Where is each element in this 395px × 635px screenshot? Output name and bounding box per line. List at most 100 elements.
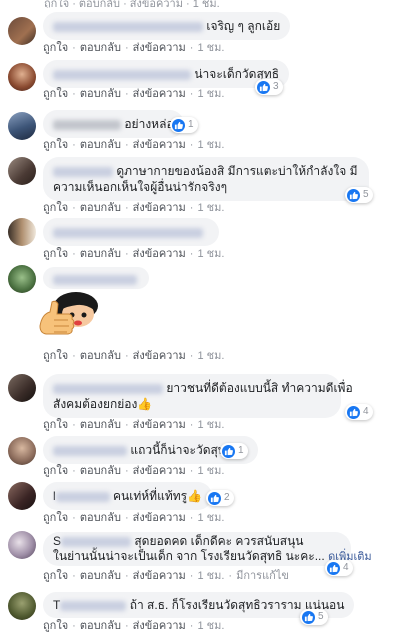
reaction-count[interactable]: 1: [220, 443, 248, 459]
comment-bubble: S สุดยอดคด เด็กดีคะ ควรสนับสนุน ในย่านนั…: [43, 532, 372, 566]
timestamp[interactable]: 1 ชม.: [197, 88, 224, 100]
avatar[interactable]: [8, 531, 36, 559]
message-link[interactable]: ส่งข้อความ: [133, 248, 186, 260]
reaction-count[interactable]: 1: [170, 117, 198, 133]
reply-link[interactable]: ตอบกลับ: [80, 419, 121, 431]
message-link[interactable]: ส่งข้อความ: [133, 202, 186, 214]
redacted-name[interactable]: [53, 445, 127, 456]
redacted-name[interactable]: [53, 166, 113, 177]
timestamp[interactable]: 1 ชม.: [197, 465, 224, 477]
reaction-count[interactable]: 5: [300, 609, 328, 625]
reply-link[interactable]: ตอบกลับ: [80, 42, 121, 54]
message-link[interactable]: ส่งข้อความ: [133, 465, 186, 477]
reply-link[interactable]: ตอบกลับ: [80, 512, 121, 524]
like-reaction-icon: [257, 80, 270, 94]
avatar[interactable]: [8, 437, 36, 465]
like-link[interactable]: ถูกใจ: [43, 350, 68, 362]
like-link[interactable]: ถูกใจ: [43, 139, 68, 151]
like-reaction-icon: [347, 188, 360, 202]
avatar[interactable]: [8, 157, 36, 185]
reaction-count[interactable]: 4: [345, 404, 373, 420]
avatar[interactable]: [8, 482, 36, 510]
redacted-comment: [53, 227, 203, 238]
avatar[interactable]: [8, 218, 36, 246]
comment-bubble: เจริญ ๆ ลูกเอ้ย: [43, 12, 291, 40]
comment-actions: ถูกใจ · ตอบกลับ · ส่งข้อความ · 1 ชม.: [43, 202, 225, 214]
reply-link[interactable]: ตอบกลับ: [80, 570, 121, 582]
like-link[interactable]: ถูกใจ: [43, 88, 68, 100]
message-link[interactable]: ส่งข้อความ: [133, 350, 186, 362]
redacted-name[interactable]: [53, 119, 121, 130]
comment-bubble: ดูภาษากายของน้องสิ มีการแตะบ่าให้กำลังใจ…: [43, 157, 369, 201]
like-link[interactable]: ถูกใจ: [43, 419, 68, 431]
like-reaction-icon: [222, 444, 235, 458]
like-link[interactable]: ถูกใจ: [43, 202, 68, 214]
comment-actions: ถูกใจ · ตอบกลับ · ส่งข้อความ · 1 ชม.: [43, 350, 225, 362]
message-link[interactable]: ส่งข้อความ: [133, 620, 186, 632]
redacted-name[interactable]: [61, 536, 132, 547]
reply-link[interactable]: ตอบกลับ: [80, 248, 121, 260]
timestamp[interactable]: 1 ชม.: [197, 350, 224, 362]
thumbs-up-icon: 👍: [187, 489, 203, 503]
like-link[interactable]: ถูกใจ: [43, 248, 68, 260]
timestamp[interactable]: 1 ชม.: [197, 512, 224, 524]
message-link[interactable]: ส่งข้อความ: [133, 88, 186, 100]
redacted-name[interactable]: [53, 21, 203, 32]
like-link[interactable]: ถูกใจ: [43, 570, 68, 582]
comment-actions: ถูกใจ · ตอบกลับ · ส่งข้อความ · 1 ชม.: [43, 42, 225, 54]
message-link[interactable]: ส่งข้อความ: [133, 139, 186, 151]
comment-actions: ถูกใจ · ตอบกลับ · ส่งข้อความ · 1 ชม.: [43, 419, 225, 431]
reply-link[interactable]: ตอบกลับ: [80, 88, 121, 100]
redacted-name[interactable]: [60, 600, 127, 611]
edited-label[interactable]: มีการแก้ไข: [236, 570, 289, 582]
like-reaction-icon: [302, 610, 315, 624]
avatar[interactable]: [8, 63, 36, 91]
comment-bubble: ยาวชนที่ดีต้องแบบนี้สิ ทำความดีเพื่อ สัง…: [43, 374, 353, 418]
reply-link[interactable]: ตอบกลับ: [80, 202, 121, 214]
top-action-line: ถูกใจ · ตอบกลับ · ส่งข้อความ · 1 ชม.: [44, 0, 220, 8]
avatar[interactable]: [8, 17, 36, 45]
like-link[interactable]: ถูกใจ: [43, 42, 68, 54]
comment-text-line2: ในย่านนั้นน่าจะเป็นเด็ก จาก โรงเรียนวัดส…: [53, 549, 325, 563]
redacted-name[interactable]: [53, 383, 163, 394]
comment-text-line2: สังคมต้องยกย่อง: [53, 397, 138, 411]
avatar[interactable]: [8, 265, 36, 293]
reaction-count[interactable]: 2: [206, 490, 234, 506]
comment-actions: ถูกใจ · ตอบกลับ · ส่งข้อความ · 1 ชม.: [43, 465, 225, 477]
comment-actions: ถูกใจ · ตอบกลับ · ส่งข้อความ · 1 ชม.: [43, 620, 225, 632]
like-link[interactable]: ถูกใจ: [43, 465, 68, 477]
reaction-count[interactable]: 4: [325, 560, 353, 576]
redacted-name[interactable]: [53, 69, 191, 80]
message-link[interactable]: ส่งข้อความ: [133, 42, 186, 54]
timestamp[interactable]: 1 ชม.: [197, 570, 224, 582]
comment-bubble: อย่างหล่อ: [43, 110, 184, 138]
comment-bubble: l คนเท่ห์ที่แท้ทรู👍: [43, 482, 213, 510]
comment-text-line1: ยาวชนที่ดีต้องแบบนี้สิ ทำความดีเพื่อ: [166, 381, 353, 395]
like-link[interactable]: ถูกใจ: [43, 620, 68, 632]
reply-link[interactable]: ตอบกลับ: [80, 465, 121, 477]
thumbs-up-sticker-icon[interactable]: [36, 284, 110, 348]
avatar[interactable]: [8, 374, 36, 402]
like-reaction-icon: [172, 118, 185, 132]
message-link[interactable]: ส่งข้อความ: [133, 570, 186, 582]
timestamp[interactable]: 1 ชม.: [197, 419, 224, 431]
comment-actions: ถูกใจ · ตอบกลับ · ส่งข้อความ · 1 ชม.: [43, 512, 225, 524]
timestamp[interactable]: 1 ชม.: [197, 42, 224, 54]
message-link[interactable]: ส่งข้อความ: [133, 512, 186, 524]
redacted-name[interactable]: [55, 491, 110, 502]
timestamp[interactable]: 1 ชม.: [197, 620, 224, 632]
reaction-count[interactable]: 3: [255, 79, 283, 95]
timestamp[interactable]: 1 ชม.: [197, 248, 224, 260]
timestamp[interactable]: 1 ชม.: [197, 202, 224, 214]
avatar[interactable]: [8, 112, 36, 140]
reply-link[interactable]: ตอบกลับ: [80, 350, 121, 362]
comment-actions: ถูกใจ · ตอบกลับ · ส่งข้อความ · 1 ชม. · มีการแก้ไ…: [43, 570, 289, 582]
message-link[interactable]: ส่งข้อความ: [133, 419, 186, 431]
comment-text-line1: สุดยอดคด เด็กดีคะ ควรสนับสนุน: [134, 534, 304, 548]
reaction-count[interactable]: 5: [345, 187, 373, 203]
like-link[interactable]: ถูกใจ: [43, 512, 68, 524]
avatar[interactable]: [8, 592, 36, 620]
timestamp[interactable]: 1 ชม.: [197, 139, 224, 151]
reply-link[interactable]: ตอบกลับ: [80, 620, 121, 632]
reply-link[interactable]: ตอบกลับ: [80, 139, 121, 151]
